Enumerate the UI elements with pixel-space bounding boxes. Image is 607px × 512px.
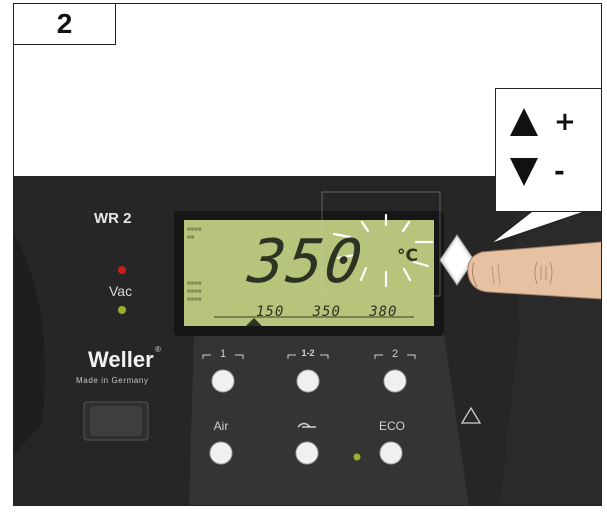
brand-mark: ® — [155, 345, 161, 354]
tagline: Made in Germany — [76, 376, 149, 385]
temperature-readout: 350 — [244, 227, 369, 297]
led-red — [118, 266, 126, 274]
button-label-2: 2 — [391, 348, 399, 360]
temperature-unit: °C — [397, 246, 418, 266]
plus-sign: + — [554, 107, 576, 137]
callout-box: + - — [495, 88, 601, 212]
led-green — [118, 306, 126, 314]
preset-temperatures: 150 350 380 — [256, 304, 397, 320]
button-preset-1 — [211, 369, 235, 393]
preset-value-2: 350 — [312, 304, 341, 320]
led-eco — [353, 453, 361, 461]
figure-frame: 2 + - WR 2 Vac Weller ® Made in Germany … — [13, 3, 602, 506]
button-air — [209, 441, 233, 465]
preset-value-1: 150 — [256, 304, 285, 320]
eco-label: ECO — [378, 419, 405, 433]
air-label: Air — [213, 419, 229, 433]
button-label-1-2: 1-2 — [301, 348, 315, 358]
triangle-up-icon — [510, 108, 538, 136]
minus-sign: - — [554, 157, 565, 187]
instruction-figure: 2 + - WR 2 Vac Weller ® Made in Germany … — [0, 0, 607, 512]
button-eco — [379, 441, 403, 465]
button-preset-2 — [383, 369, 407, 393]
step-number: 2 — [14, 4, 116, 45]
triangle-down-icon — [510, 158, 538, 186]
button-label-1: 1 — [219, 348, 227, 360]
brand-logo: Weller — [88, 347, 154, 372]
lcd-small-text: ■■■■ ■■ — [187, 227, 202, 241]
button-preset-12 — [296, 369, 320, 393]
preset-value-3: 380 — [369, 304, 398, 320]
vac-label: Vac — [109, 283, 133, 299]
model-label: WR 2 — [94, 210, 132, 227]
button-tool — [295, 441, 319, 465]
